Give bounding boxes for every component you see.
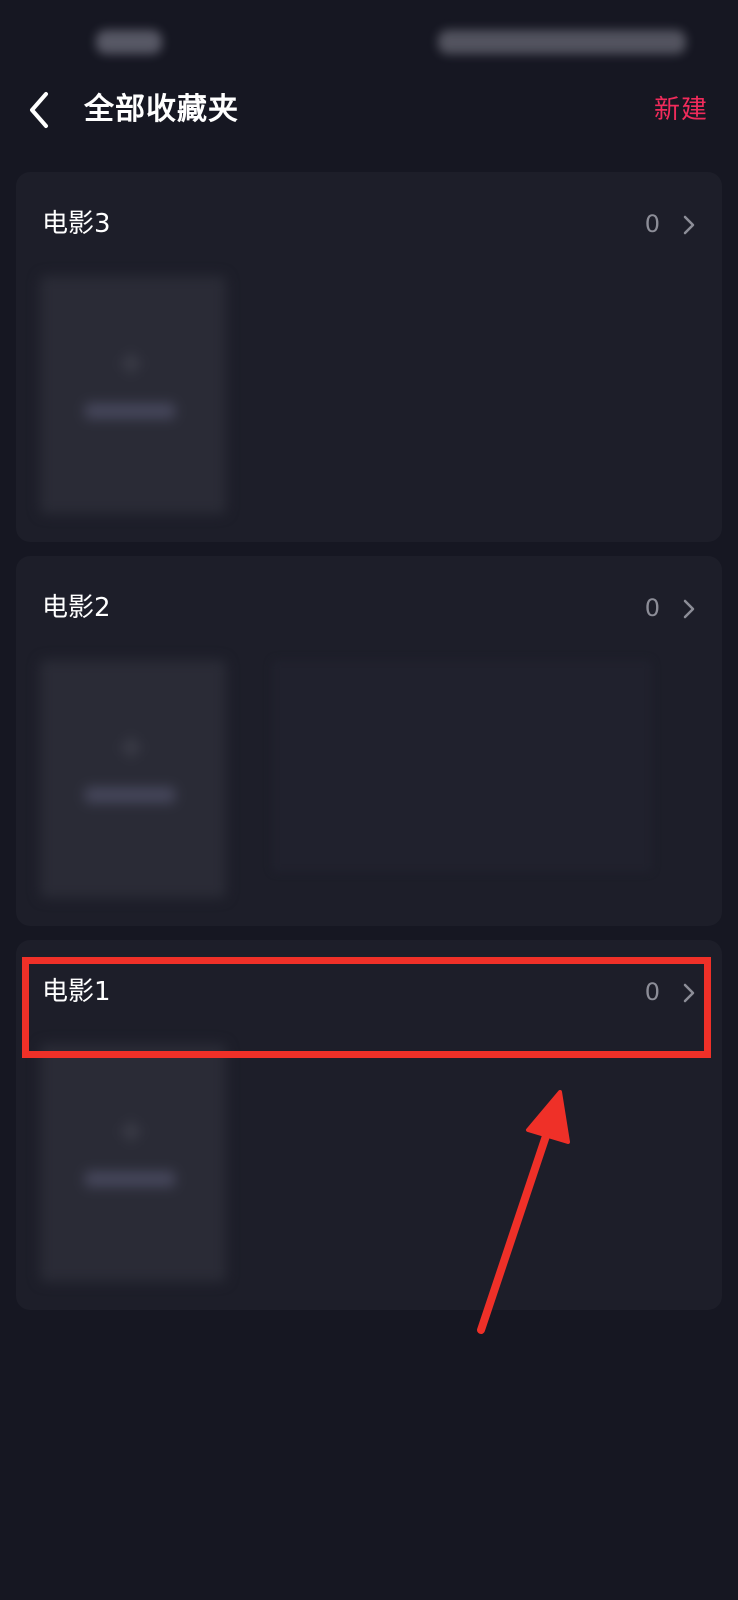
header: 全部收藏夹 新建 [0, 70, 738, 150]
chevron-left-icon [30, 92, 48, 128]
status-time-blurred [96, 30, 162, 54]
plus-icon: + [116, 343, 146, 383]
add-content-placeholder[interactable]: + [40, 660, 226, 898]
annotation-highlight-box [22, 957, 711, 1058]
new-folder-button[interactable]: 新建 [654, 90, 708, 130]
placeholder-label-blurred [85, 787, 175, 803]
placeholder-label-blurred [85, 403, 175, 419]
status-icons-blurred [438, 30, 686, 54]
folder-header[interactable]: 电影3 0 [16, 172, 722, 276]
chevron-right-icon [683, 599, 695, 619]
back-button[interactable] [22, 86, 62, 134]
folder-name: 电影3 [42, 209, 111, 239]
chevron-right-icon [683, 215, 695, 235]
plus-icon: + [116, 727, 146, 767]
page-title: 全部收藏夹 [84, 92, 239, 127]
favorites-page: 全部收藏夹 新建 电影3 0 + 电影2 0 + 电影1 0 + [0, 0, 738, 1600]
folder-card: 电影3 0 + [16, 172, 722, 542]
plus-icon: + [116, 1111, 146, 1151]
add-content-placeholder[interactable]: + [40, 276, 226, 514]
folder-count: 0 [644, 210, 660, 238]
content-preview-blurred [272, 660, 652, 872]
folder-header[interactable]: 电影2 0 [16, 556, 722, 660]
add-content-placeholder[interactable]: + [40, 1044, 226, 1282]
folder-count: 0 [644, 594, 660, 622]
status-bar [0, 0, 738, 80]
placeholder-label-blurred [85, 1171, 175, 1187]
folder-name: 电影2 [42, 593, 111, 623]
folder-card: 电影2 0 + [16, 556, 722, 926]
